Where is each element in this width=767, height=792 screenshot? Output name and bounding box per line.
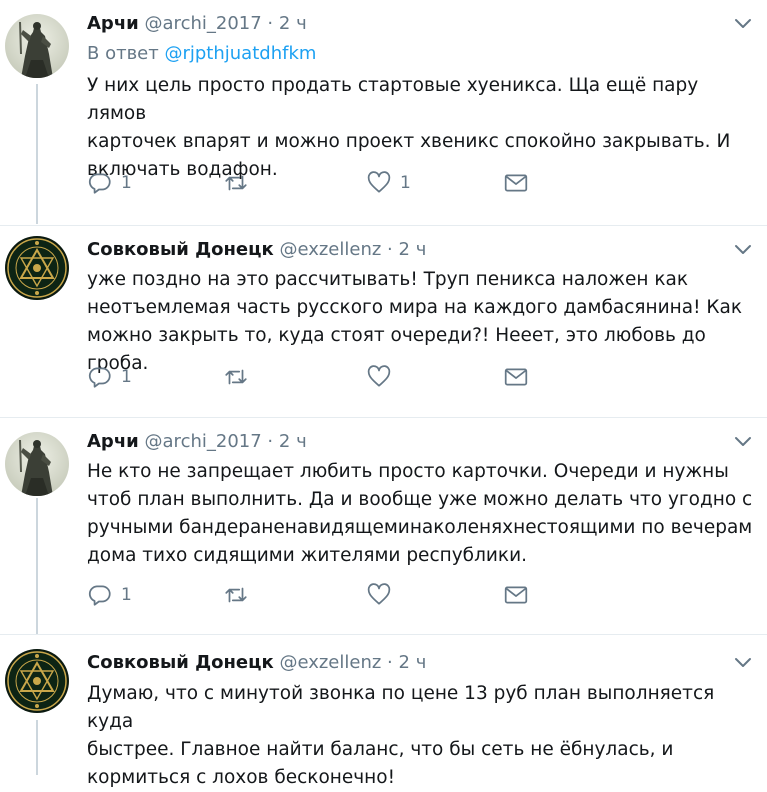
heart-icon bbox=[367, 583, 391, 605]
timestamp[interactable]: 2 ч bbox=[399, 239, 427, 260]
tweet-text: Думаю, что с минутой звонка по цене 13 р… bbox=[87, 683, 715, 788]
direct-message-button[interactable] bbox=[503, 362, 529, 392]
tweet-header: Арчи @archi_2017 · 2 ч bbox=[87, 12, 307, 36]
timestamp[interactable]: 2 ч bbox=[279, 13, 307, 34]
reply-count: 1 bbox=[121, 367, 132, 387]
chevron-down-icon[interactable] bbox=[733, 653, 753, 673]
reply-button[interactable]: 1 bbox=[87, 580, 132, 610]
retweet-icon bbox=[225, 587, 247, 603]
reply-context: В ответ @rjpthjuatdhfkm bbox=[87, 43, 316, 64]
display-name[interactable]: Совковый Донецк bbox=[87, 239, 274, 260]
reply-count: 1 bbox=[121, 173, 132, 193]
envelope-icon bbox=[504, 368, 528, 386]
tweet[interactable]: Совковый Донецк @exzellenz · 2 ч Думаю, … bbox=[0, 634, 767, 788]
envelope-icon bbox=[504, 586, 528, 604]
reply-button[interactable]: 1 bbox=[87, 168, 132, 198]
reply-handle-link[interactable]: @rjpthjuatdhfkm bbox=[164, 43, 316, 64]
emblem-avatar bbox=[5, 236, 69, 300]
separator-dot: · bbox=[387, 239, 393, 260]
reply-prefix: В ответ bbox=[87, 43, 159, 64]
direct-message-button[interactable] bbox=[503, 580, 529, 610]
figure-avatar bbox=[5, 432, 69, 496]
emblem-avatar bbox=[5, 649, 69, 713]
tweet-text: Не кто не запрещает любить просто карточ… bbox=[87, 461, 753, 566]
user-avatar[interactable] bbox=[5, 432, 69, 496]
user-avatar[interactable] bbox=[5, 649, 69, 713]
retweet-button[interactable] bbox=[223, 580, 257, 610]
tweet-actions: 1 bbox=[87, 362, 547, 392]
retweet-button[interactable] bbox=[223, 168, 257, 198]
like-button[interactable] bbox=[366, 580, 400, 610]
separator-dot: · bbox=[267, 13, 274, 34]
timeline: Арчи @archi_2017 · 2 ч В ответ @rjpthjua… bbox=[0, 0, 767, 788]
retweet-button[interactable] bbox=[223, 362, 257, 392]
user-avatar[interactable] bbox=[5, 14, 69, 78]
timestamp[interactable]: 2 ч bbox=[279, 431, 307, 452]
timestamp[interactable]: 2 ч bbox=[399, 652, 427, 673]
reply-icon bbox=[88, 367, 111, 388]
envelope-icon bbox=[504, 174, 528, 192]
user-handle[interactable]: @archi_2017 bbox=[145, 431, 262, 452]
user-handle[interactable]: @exzellenz bbox=[279, 652, 381, 673]
heart-icon bbox=[367, 171, 391, 193]
user-handle[interactable]: @archi_2017 bbox=[145, 13, 262, 34]
retweet-icon bbox=[225, 175, 247, 191]
tweet-header: Совковый Донецк @exzellenz · 2 ч bbox=[87, 238, 426, 262]
reply-icon bbox=[88, 585, 111, 606]
chevron-down-icon[interactable] bbox=[733, 240, 753, 260]
tweet[interactable]: Совковый Донецк @exzellenz · 2 ч уже поз… bbox=[0, 225, 767, 418]
figure-avatar bbox=[5, 14, 69, 78]
chevron-down-icon[interactable] bbox=[733, 432, 753, 452]
reply-button[interactable]: 1 bbox=[87, 362, 132, 392]
user-handle[interactable]: @exzellenz bbox=[279, 239, 381, 260]
display-name[interactable]: Совковый Донецк bbox=[87, 652, 274, 673]
separator-dot: · bbox=[387, 652, 393, 673]
user-avatar[interactable] bbox=[5, 236, 69, 300]
display-name[interactable]: Арчи bbox=[87, 13, 139, 34]
tweet[interactable]: Арчи @archi_2017 · 2 ч Не кто не запреща… bbox=[0, 418, 767, 634]
separator-dot: · bbox=[267, 431, 274, 452]
direct-message-button[interactable] bbox=[503, 168, 529, 198]
reply-icon bbox=[88, 173, 111, 194]
chevron-down-icon[interactable] bbox=[733, 14, 753, 34]
like-button[interactable] bbox=[366, 362, 400, 392]
heart-icon bbox=[367, 365, 391, 387]
reply-count: 1 bbox=[121, 585, 132, 605]
tweet-header: Арчи @archi_2017 · 2 ч bbox=[87, 430, 307, 454]
retweet-icon bbox=[225, 369, 247, 385]
tweet-actions: 1 bbox=[87, 580, 547, 610]
like-button[interactable]: 1 bbox=[366, 168, 411, 198]
display-name[interactable]: Арчи bbox=[87, 431, 139, 452]
tweet-header: Совковый Донецк @exzellenz · 2 ч bbox=[87, 651, 426, 675]
tweet[interactable]: Арчи @archi_2017 · 2 ч В ответ @rjpthjua… bbox=[0, 0, 767, 225]
tweet-actions: 1 1 bbox=[87, 168, 547, 198]
like-count: 1 bbox=[400, 173, 411, 193]
